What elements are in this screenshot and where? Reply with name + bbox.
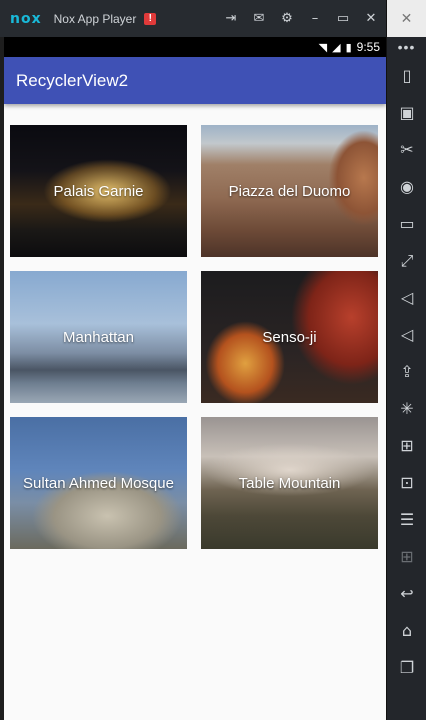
minimize-icon[interactable]: – (308, 11, 322, 26)
record-icon[interactable]: ⊡ (387, 464, 426, 501)
nox-logo: nox (10, 10, 42, 27)
recent-apps-icon[interactable]: ❐ (387, 649, 426, 686)
fullscreen-icon[interactable]: ⤢ (387, 242, 426, 279)
add-disabled-icon: ⊞ (400, 547, 414, 566)
recycler-grid: Palais Garnie Piazza del Duomo Manhattan… (10, 125, 380, 549)
card-label: Table Mountain (238, 474, 341, 492)
app-bar-title: RecyclerView2 (16, 70, 129, 90)
warning-badge[interactable]: ! (144, 12, 157, 25)
volume-up-icon[interactable]: ◁ (387, 279, 426, 316)
loading-icon[interactable]: ✳ (387, 390, 426, 427)
close-icon[interactable]: ✕ (364, 11, 378, 26)
status-time: 9:55 (356, 40, 380, 54)
volume-down-icon[interactable]: ◁ (387, 316, 426, 353)
status-bar: ◥ ◢ ▮ 9:55 (4, 37, 386, 57)
maximize-icon[interactable]: ▭ (336, 11, 350, 26)
card-label: Manhattan (63, 328, 134, 346)
shake-icon[interactable]: ⊞ (387, 427, 426, 464)
card-senso-ji[interactable]: Senso-ji (201, 271, 378, 403)
signal-icon: ◢ (332, 40, 341, 54)
app-bar: RecyclerView2 (4, 57, 386, 104)
card-piazza-del-duomo[interactable]: Piazza del Duomo (201, 125, 378, 257)
home-icon[interactable]: ⌂ (387, 612, 426, 649)
card-label: Piazza del Duomo (228, 182, 351, 200)
stack-icon[interactable]: ☰ (387, 501, 426, 538)
mail-icon[interactable]: ✉ (252, 11, 266, 26)
card-manhattan[interactable]: Manhattan (10, 271, 187, 403)
screen-icon[interactable]: ▭ (387, 205, 426, 242)
settings-icon[interactable]: ⚙ (280, 11, 294, 26)
card-label: Senso-ji (262, 328, 317, 346)
card-label: Palais Garnie (53, 182, 144, 200)
card-palais-garnier[interactable]: Palais Garnie (10, 125, 187, 257)
pin-icon[interactable]: ⇥ (224, 11, 238, 26)
robot-icon[interactable]: ▣ (387, 94, 426, 131)
apk-install-icon[interactable]: ⇪ (387, 353, 426, 390)
scissors-icon[interactable]: ✂ (387, 131, 426, 168)
window-controls: ⇥ ✉ ⚙ – ▭ ✕ (224, 0, 378, 37)
battery-icon: ▮ (345, 40, 352, 54)
emulator-titlebar: nox Nox App Player ! ⇥ ✉ ⚙ – ▭ ✕ (0, 0, 386, 37)
phone-rotate-icon[interactable]: ▯ (387, 57, 426, 94)
wifi-icon: ◥ (318, 40, 328, 54)
back-icon[interactable]: ↩ (387, 575, 426, 612)
window-title: Nox App Player (53, 11, 137, 26)
android-screen: ◥ ◢ ▮ 9:55 RecyclerView2 Palais Garnie P… (4, 37, 386, 720)
emulator-sidebar: ✕ ••• ▯ ▣ ✂ ◉ ▭ ⤢ ◁ ◁ ⇪ ✳ ⊞ ⊡ ☰ ⊞ ↩ ⌂ ❐ (386, 0, 426, 720)
card-label: Sultan Ahmed Mosque (23, 474, 174, 492)
card-table-mountain[interactable]: Table Mountain (201, 417, 378, 549)
more-menu-button[interactable]: ••• (387, 37, 426, 57)
close-panel-icon[interactable]: ✕ (387, 0, 426, 37)
location-icon[interactable]: ◉ (387, 168, 426, 205)
card-sultan-ahmed-mosque[interactable]: Sultan Ahmed Mosque (10, 417, 187, 549)
